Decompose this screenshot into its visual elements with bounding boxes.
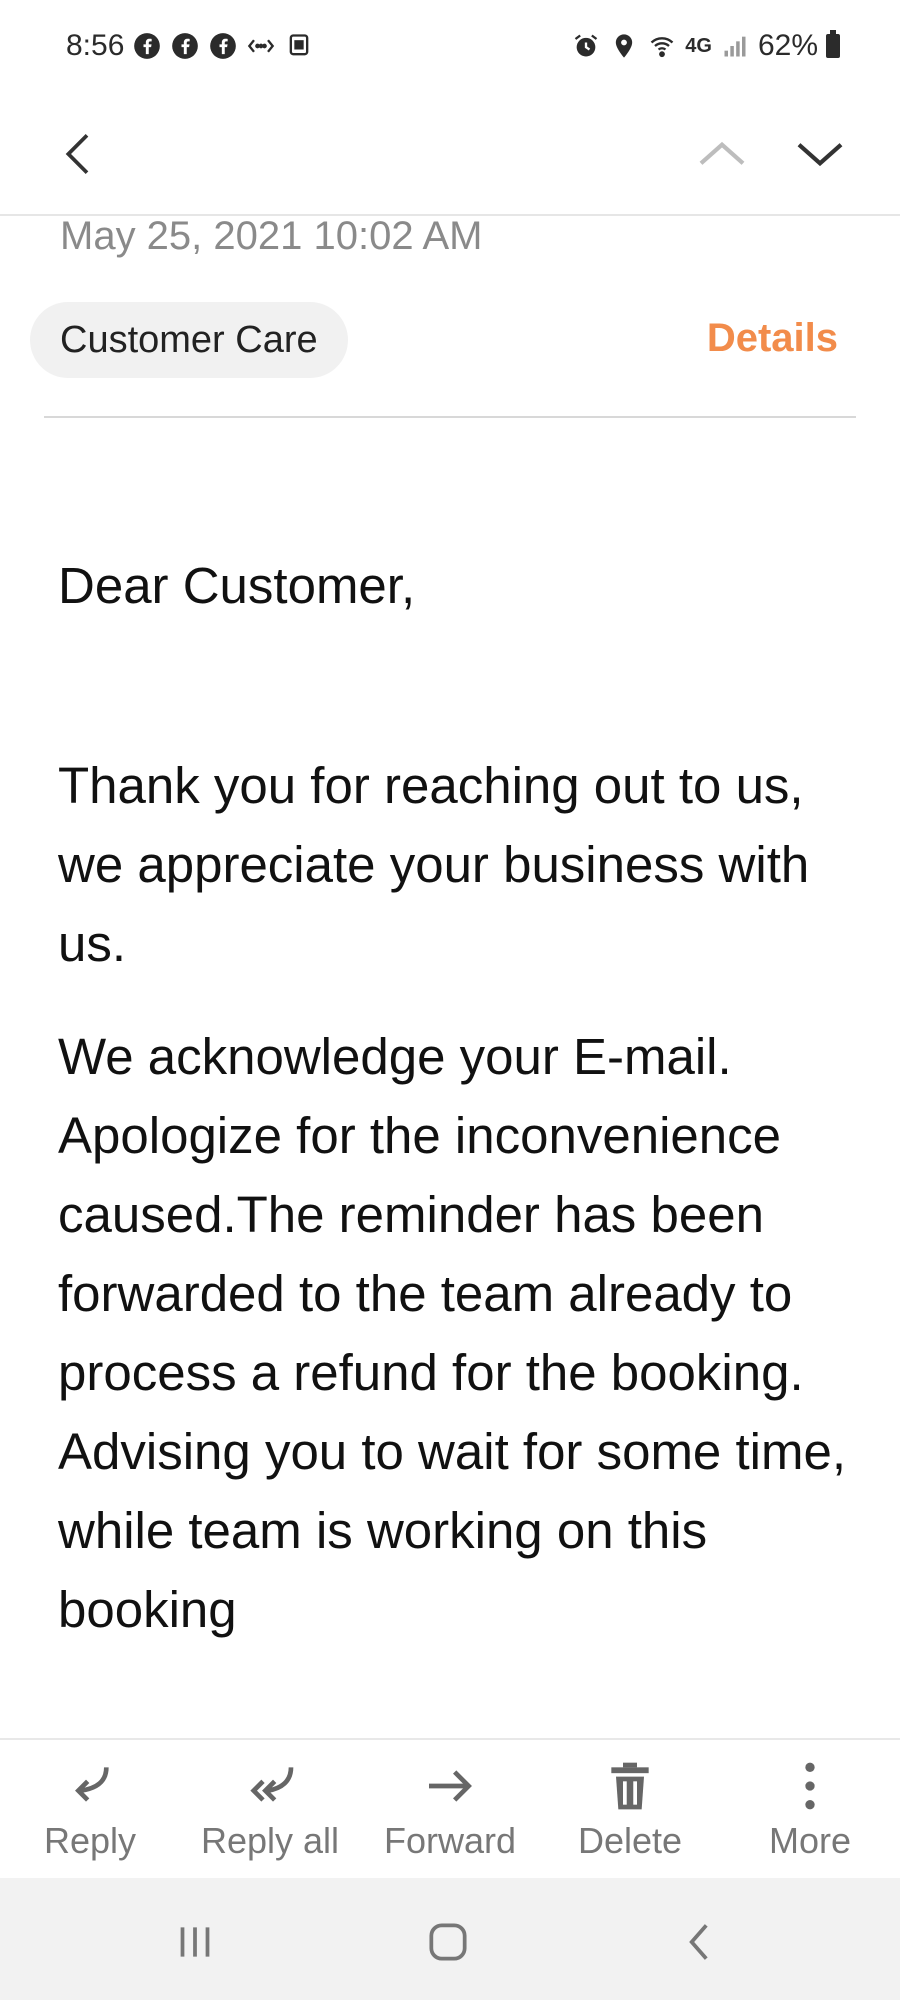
screen-record-icon	[284, 31, 314, 61]
wifi-calling-icon	[647, 31, 677, 61]
forward-icon	[429, 1770, 472, 1802]
recent-apps-button[interactable]	[165, 1912, 225, 1972]
reply-button[interactable]: Reply	[0, 1740, 180, 1878]
chevron-down-icon	[797, 143, 843, 167]
alarm-icon	[571, 31, 601, 61]
back-button[interactable]	[48, 122, 112, 186]
email-date: May 25, 2021 10:02 AM	[60, 216, 483, 258]
signal-icon	[720, 31, 750, 61]
email-paragraph: We acknowledge your E-mail. Apologize fo…	[58, 1028, 846, 1638]
email-action-bar: Reply Reply all Forward Delete More	[0, 1738, 900, 1878]
reply-all-button[interactable]: Reply all	[180, 1740, 360, 1878]
status-left: 8:56	[66, 29, 314, 63]
back-icon	[689, 1924, 708, 1960]
nav-back-button[interactable]	[670, 1912, 730, 1972]
status-bar: 8:56 4G 62%	[0, 0, 900, 92]
sender-name: Customer Care	[60, 318, 318, 361]
reply-all-label: Reply all	[200, 1820, 340, 1861]
battery-icon	[826, 30, 840, 58]
previous-email-button[interactable]	[690, 122, 754, 186]
recent-apps-icon	[180, 1927, 210, 1957]
nearby-share-icon	[246, 31, 276, 61]
chevron-up-icon	[699, 141, 745, 165]
location-icon	[609, 31, 639, 61]
status-right: 4G 62%	[571, 29, 840, 63]
reply-all-icon	[250, 1767, 294, 1802]
facebook-icon	[132, 31, 162, 61]
home-icon	[429, 1923, 467, 1961]
more-label: More	[768, 1820, 852, 1861]
facebook-icon	[208, 31, 238, 61]
more-vertical-icon	[805, 1762, 815, 1810]
more-button[interactable]: More	[720, 1740, 900, 1878]
reply-label: Reply	[43, 1820, 137, 1861]
email-paragraph: Thank you for reaching out to us, we app…	[58, 757, 810, 972]
delete-button[interactable]: Delete	[540, 1740, 720, 1878]
forward-button[interactable]: Forward	[360, 1740, 540, 1878]
network-type: 4G	[685, 34, 712, 57]
reply-icon	[75, 1767, 109, 1802]
email-content[interactable]: May 25, 2021 10:02 AM Customer Care Deta…	[0, 216, 900, 1738]
sender-chip[interactable]: Customer Care	[30, 302, 348, 378]
details-link[interactable]: Details	[707, 316, 838, 361]
email-toolbar	[0, 92, 900, 216]
forward-label: Forward	[383, 1820, 517, 1861]
delete-label: Delete	[577, 1820, 683, 1861]
next-email-button[interactable]	[788, 122, 852, 186]
trash-icon	[611, 1762, 649, 1810]
home-button[interactable]	[418, 1912, 478, 1972]
chevron-left-icon	[65, 134, 89, 174]
system-nav-bar	[0, 1878, 900, 2000]
battery-percent: 62%	[757, 29, 818, 62]
status-time: 8:56	[66, 29, 125, 62]
header-divider	[44, 416, 856, 418]
email-body: Dear Customer, Thank you for reaching ou…	[58, 546, 848, 1649]
facebook-icon	[170, 31, 200, 61]
email-greeting: Dear Customer,	[58, 557, 416, 614]
